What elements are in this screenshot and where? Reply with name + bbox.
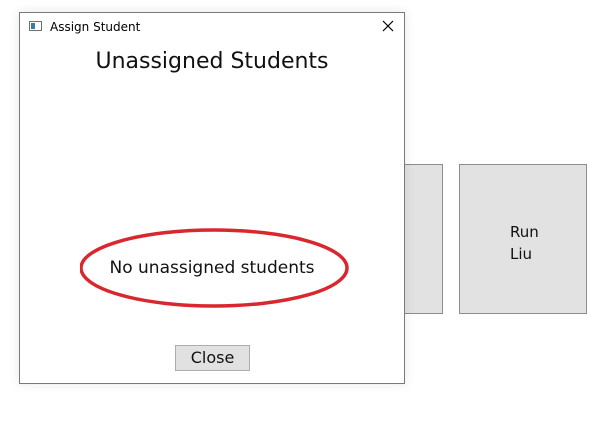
empty-state-message: No unassigned students: [109, 258, 315, 278]
assign-student-dialog: Assign Student Unassigned Students No un…: [19, 12, 405, 384]
close-button[interactable]: Close: [175, 345, 250, 371]
page-title: Unassigned Students: [95, 49, 329, 74]
student-tile-run-liu[interactable]: Run Liu: [459, 164, 587, 314]
dialog-titlebar[interactable]: Assign Student: [20, 13, 404, 41]
student-tile-name: Run Liu: [510, 223, 539, 263]
app-window-icon: [29, 21, 42, 31]
window-title: Assign Student: [50, 20, 141, 34]
close-icon[interactable]: [378, 16, 398, 36]
